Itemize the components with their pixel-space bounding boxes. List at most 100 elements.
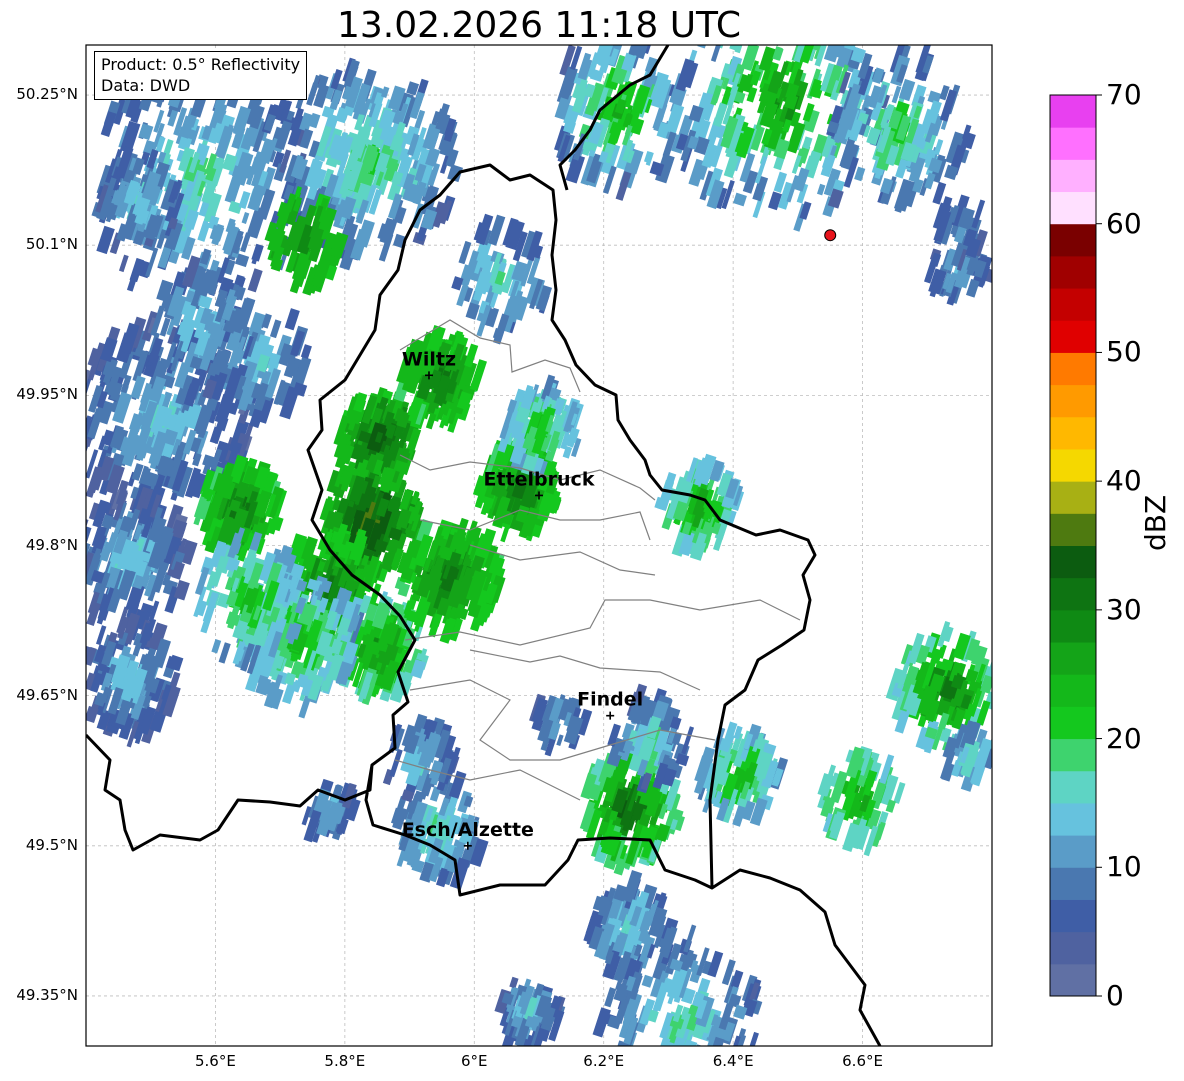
radar-echo-pixel: [694, 1049, 711, 1072]
colorbar: [1049, 94, 1102, 997]
colorbar-segment: [1050, 513, 1096, 546]
colorbar-title: dBZ: [1139, 494, 1172, 551]
radar-echo-pixel: [688, 1045, 701, 1046]
product-info-box: Product: 0.5° Reflectivity Data: DWD: [94, 51, 308, 100]
radar-echo-pixel: [650, 1074, 667, 1081]
radar-echo-pixel: [677, 1066, 689, 1081]
radar-echo-pixel: [819, 0, 827, 10]
colorbar-segment: [1050, 931, 1096, 965]
lat-tick-label: 50.1°N: [25, 235, 78, 254]
colorbar-segment: [1050, 223, 1096, 257]
radar-echo-pixel: [800, 0, 810, 13]
lat-tick-label: 49.8°N: [25, 535, 78, 554]
radar-echo-pixel: [800, 10, 814, 26]
colorbar-segment: [1050, 416, 1096, 450]
radar-echo-pixel: [709, 7, 726, 28]
colorbar-tick-label: 20: [1106, 721, 1142, 755]
colorbar-segment: [1050, 835, 1096, 868]
radar-echo-pixel: [692, 1052, 708, 1075]
radar-echo-pixel: [703, 19, 716, 33]
radar-echo-pixel: [66, 421, 78, 446]
radar-echo-pixel: [624, 1070, 633, 1081]
radar-echo-pixel: [732, 1069, 741, 1081]
radar-echo-pixel: [618, 1073, 629, 1081]
colorbar-segment: [1050, 802, 1096, 836]
radar-echo-pixel: [842, 27, 855, 44]
colorbar-segment: [1050, 609, 1096, 643]
radar-echo-pixel: [661, 1063, 676, 1081]
colorbar-segment: [1050, 448, 1096, 482]
colorbar-tick-label: 30: [1106, 592, 1142, 626]
colorbar-segment: [1050, 191, 1096, 225]
radar-echo-pixel: [659, 1071, 671, 1081]
colorbar-tick-label: 50: [1106, 335, 1142, 369]
city-label: Wiltz: [402, 348, 456, 370]
radar-echo-pixel: [781, 4, 797, 32]
colorbar-segment: [1050, 674, 1096, 707]
radar-echo-pixel: [731, 21, 741, 33]
lon-tick-label: 6.2°E: [583, 1052, 625, 1070]
radar-echo-pixel: [650, 1045, 669, 1046]
colorbar-segment: [1050, 738, 1096, 772]
colorbar-segment: [1050, 706, 1096, 740]
colorbar-segment: [1050, 95, 1096, 128]
lon-tick-label: 5.8°E: [324, 1052, 366, 1070]
lon-tick-label: 6.4°E: [712, 1052, 754, 1070]
radar-echo-pixel: [784, 0, 798, 14]
map-panel: Wiltz Ettelbruck Findel Esch/Alzette: [66, 0, 1102, 1081]
radar-echo-pixel: [682, 1069, 698, 1081]
colorbar-segment: [1050, 770, 1096, 804]
lat-tick-label: 49.5°N: [25, 835, 78, 854]
radar-echo-pixel: [997, 700, 1006, 715]
radar-echo-pixel: [996, 674, 1005, 689]
radar-echo-pixel: [799, 0, 809, 8]
colorbar-tick-label: 40: [1106, 464, 1142, 498]
lat-tick-label: 49.95°N: [16, 385, 78, 404]
radar-echo-pixel: [784, 13, 798, 28]
radar-echo-pixel: [631, 1048, 642, 1067]
lon-tick-label: 6.6°E: [842, 1052, 883, 1070]
radar-echo-pixel: [757, 9, 774, 37]
colorbar-tick-label: 10: [1106, 850, 1142, 884]
radar-echo-pixel: [742, 0, 756, 4]
colorbar-segment: [1050, 642, 1096, 675]
colorbar-segment: [1050, 867, 1096, 900]
lon-tick-label: 5.6°E: [195, 1052, 236, 1070]
radar-echo-pixel: [817, 0, 834, 8]
radar-echo-pixel: [753, 0, 764, 8]
city-label: Esch/Alzette: [402, 819, 534, 841]
colorbar-segment: [1050, 899, 1096, 933]
radar-echo-pixel: [772, 45, 782, 47]
colorbar-segment: [1050, 255, 1096, 289]
radar-echo-pixel: [838, 0, 848, 13]
lon-tick-label: 6°E: [461, 1052, 488, 1070]
colorbar-segment: [1050, 963, 1096, 997]
colorbar-segment: [1050, 481, 1096, 514]
city-label: Ettelbruck: [484, 468, 595, 490]
lat-tick-label: 49.65°N: [16, 685, 78, 704]
radar-echo-pixel: [86, 554, 87, 585]
colorbar-segment: [1050, 545, 1096, 579]
data-source-label: Data: DWD: [101, 76, 191, 95]
radar-echo-pixel: [669, 1053, 684, 1070]
colorbar-segment: [1050, 127, 1096, 160]
product-label: Product: 0.5° Reflectivity: [101, 55, 301, 74]
radar-echo-pixel: [644, 1046, 651, 1057]
radar-echo-pixel: [686, 45, 706, 46]
radar-echo-pixel: [650, 1076, 663, 1081]
city-label: Findel: [577, 689, 643, 711]
radar-echo-pixel: [634, 1055, 648, 1071]
radar-echo-pixel: [731, 10, 744, 24]
colorbar-segment: [1050, 384, 1096, 418]
radar-echo-pixel: [689, 1075, 701, 1081]
colorbar-segment: [1050, 159, 1096, 193]
radar-echo-pixel: [652, 1063, 662, 1075]
colorbar-tick-label: 70: [1106, 78, 1142, 111]
radar-echo-pixel: [750, 17, 759, 32]
radar-echo-pixel: [766, 0, 776, 2]
colorbar-segment: [1050, 577, 1096, 611]
colorbar-segment: [1050, 288, 1096, 321]
colorbar-tick-label: 60: [1106, 206, 1142, 240]
radar-echo-pixel: [624, 1051, 641, 1078]
radar-echo-pixel: [649, 1064, 664, 1081]
